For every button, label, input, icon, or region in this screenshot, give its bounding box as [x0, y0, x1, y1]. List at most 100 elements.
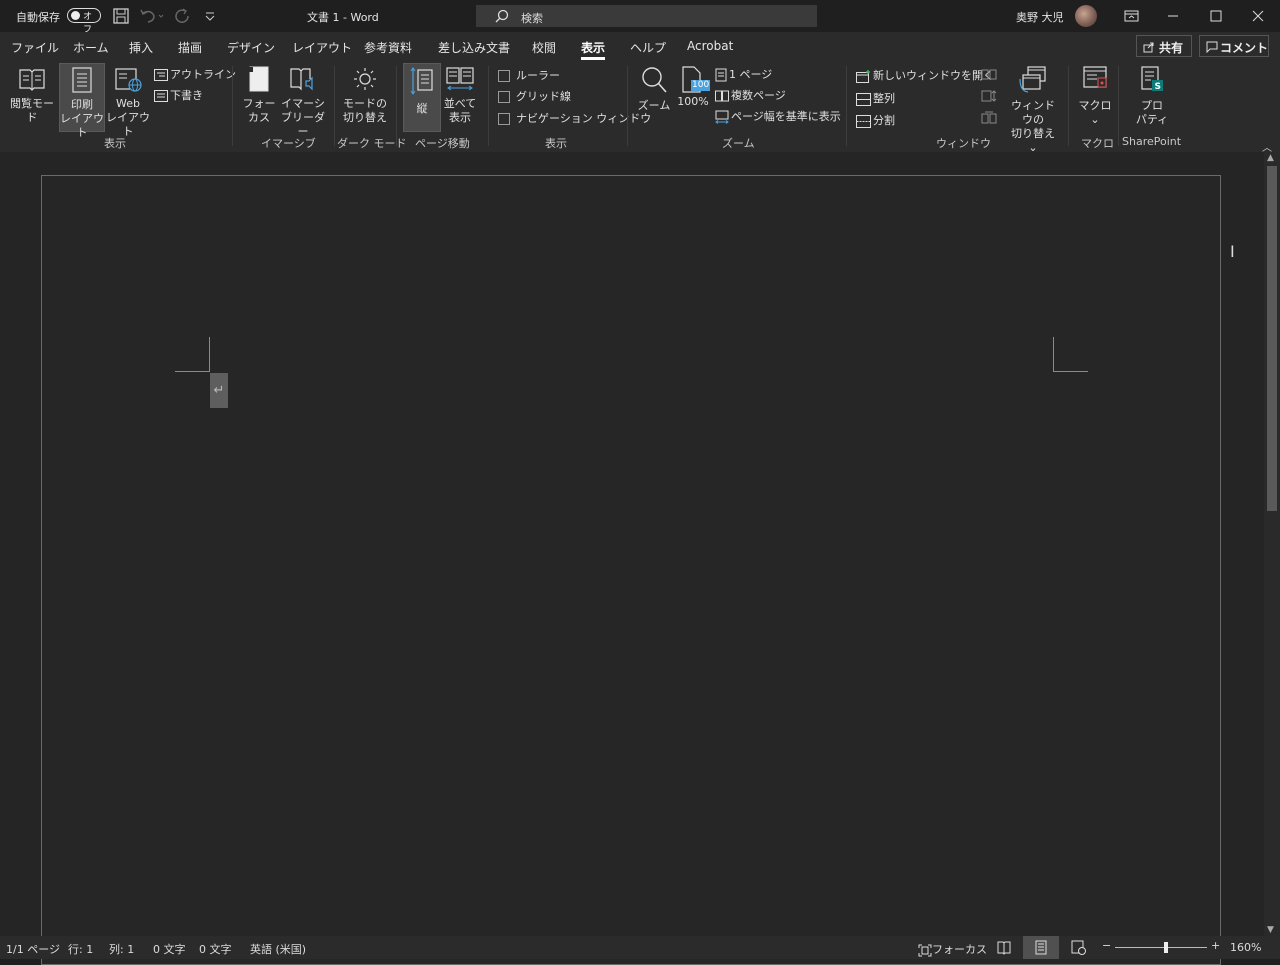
side-by-side-button[interactable]: 並べて 表示 — [441, 65, 479, 125]
group-separator — [396, 66, 397, 146]
crop-mark-top-right — [1053, 371, 1088, 372]
read-mode-button[interactable]: 閲覧モード — [6, 65, 58, 125]
paragraph-mark-icon[interactable]: ↵ — [210, 373, 228, 408]
tab-insert[interactable]: 挿入 — [129, 39, 153, 56]
group-window-label: ウィンドウ — [936, 137, 991, 150]
tab-home[interactable]: ホーム — [73, 39, 109, 56]
outline-icon — [154, 69, 168, 81]
tab-draw[interactable]: 描画 — [178, 39, 202, 56]
word-count[interactable]: 0 文字 — [153, 941, 186, 957]
vertical-button[interactable]: 縦 — [403, 63, 441, 132]
one-page-icon — [715, 68, 727, 82]
scroll-up-icon[interactable]: ▲ — [1267, 153, 1274, 163]
search-box[interactable]: 検索 — [476, 5, 817, 27]
navigation-pane-checkbox[interactable]: ナビゲーション ウィンドウ — [498, 110, 651, 126]
autosave-toggle[interactable]: オフ — [67, 8, 101, 35]
group-immersive-label: イマーシブ — [261, 137, 316, 150]
group-separator — [846, 66, 847, 146]
split-button[interactable]: 分割 — [856, 112, 895, 128]
one-page-button[interactable]: 1 ページ — [715, 66, 772, 82]
ribbon-display-options-icon[interactable] — [1120, 4, 1144, 28]
checkbox[interactable] — [498, 70, 510, 82]
web-page-icon — [1071, 940, 1086, 955]
group-page-movement-label: ページ移動 — [415, 137, 470, 150]
tab-references[interactable]: 参考資料 — [364, 39, 412, 56]
properties-label-2: パティ — [1135, 113, 1169, 126]
dark-mode-switch-button[interactable]: モードの 切り替え — [342, 65, 388, 125]
save-icon[interactable] — [112, 7, 130, 25]
document-page[interactable] — [41, 175, 1221, 965]
vertical-scroll-icon — [410, 67, 433, 95]
comment-icon — [1206, 41, 1218, 53]
arrange-all-button[interactable]: 整列 — [856, 90, 895, 106]
maximize-icon[interactable] — [1204, 4, 1228, 28]
new-window-button[interactable]: 新しいウィンドウを開く — [856, 67, 994, 83]
scrollbar-thumb[interactable] — [1267, 166, 1277, 511]
comment-button[interactable]: コメント — [1199, 35, 1269, 57]
ruler-checkbox[interactable]: ルーラー — [498, 67, 560, 83]
avatar[interactable] — [1075, 5, 1097, 27]
checkbox[interactable] — [498, 91, 510, 103]
zoom-level[interactable]: 160% — [1230, 941, 1261, 954]
gridlines-checkbox[interactable]: グリッド線 — [498, 88, 571, 104]
character-count[interactable]: 0 文字 — [199, 941, 232, 957]
page-width-button[interactable]: ページ幅を基準に表示 — [715, 108, 841, 124]
gridlines-label: グリッド線 — [516, 90, 571, 103]
zoom-out-icon[interactable]: − — [1102, 939, 1111, 952]
undo-icon[interactable] — [139, 7, 164, 25]
split-label: 分割 — [873, 114, 895, 127]
tab-review[interactable]: 校閲 — [532, 39, 556, 56]
arrange-label: 整列 — [873, 92, 895, 105]
draft-button[interactable]: 下書き — [154, 87, 203, 103]
focus-button[interactable]: フォー カス — [240, 65, 278, 125]
immersive-reader-button[interactable]: イマーシ ブリーダー — [278, 65, 328, 139]
focus-mode-button[interactable]: フォーカス — [918, 941, 987, 957]
draft-icon — [154, 90, 168, 102]
zoom-100-button[interactable]: 100 100% — [675, 65, 711, 109]
web-layout-view-button[interactable] — [1060, 936, 1096, 959]
page-count[interactable]: 1/1 ページ — [6, 941, 60, 957]
tab-layout[interactable]: レイアウト — [292, 39, 352, 56]
group-separator — [334, 66, 335, 146]
zoom-in-icon[interactable]: + — [1211, 939, 1220, 952]
tab-file[interactable]: ファイル — [11, 39, 59, 56]
language[interactable]: 英語 (米国) — [250, 941, 306, 957]
vertical-scrollbar[interactable]: ▲ ▼ — [1264, 152, 1280, 936]
close-icon[interactable] — [1246, 4, 1270, 28]
multiple-pages-button[interactable]: 複数ページ — [715, 87, 786, 103]
zoom-label: ズーム — [637, 99, 671, 112]
group-zoom-label: ズーム — [722, 137, 755, 150]
magnifier-icon — [642, 67, 667, 93]
view-side-by-side-icon[interactable] — [981, 68, 997, 85]
tab-design[interactable]: デザイン — [227, 39, 275, 56]
properties-button[interactable]: S プロ パティ — [1130, 65, 1174, 127]
user-name[interactable]: 奥野 大児 — [1016, 9, 1064, 25]
zoom-button[interactable]: ズーム — [636, 65, 672, 113]
tab-view[interactable]: 表示 — [581, 39, 606, 60]
web-layout-label-1: Web — [116, 97, 140, 110]
chevron-down-icon: ⌄ — [1090, 113, 1100, 126]
customize-qat-icon[interactable] — [203, 7, 221, 25]
share-button[interactable]: 共有 — [1136, 35, 1192, 57]
zoom-slider-thumb[interactable] — [1164, 942, 1168, 953]
redo-icon[interactable] — [173, 7, 191, 25]
minimize-icon[interactable] — [1161, 4, 1185, 28]
ruler-label: ルーラー — [516, 69, 560, 82]
zoom-slider[interactable] — [1115, 947, 1207, 948]
print-layout-view-button[interactable] — [1023, 936, 1059, 959]
tab-mailings[interactable]: 差し込み文書 — [438, 39, 510, 56]
checkbox[interactable] — [498, 113, 510, 125]
switch-windows-button[interactable]: ウィンドウの 切り替え ⌄ — [1006, 65, 1060, 155]
outline-button[interactable]: アウトライン — [154, 66, 236, 82]
reset-window-position-icon[interactable] — [981, 111, 997, 128]
print-layout-button[interactable]: 印刷 レイアウト — [59, 63, 105, 139]
crop-mark-top-right — [1053, 337, 1054, 372]
macros-button[interactable]: マクロ ⌄ — [1076, 65, 1114, 127]
synchronous-scrolling-icon[interactable] — [981, 89, 997, 106]
tab-help[interactable]: ヘルプ — [630, 39, 666, 56]
column-number: 列: 1 — [109, 943, 135, 956]
tab-acrobat[interactable]: Acrobat — [687, 39, 733, 53]
scroll-down-icon[interactable]: ▼ — [1267, 925, 1274, 935]
read-mode-view-button[interactable] — [986, 936, 1022, 959]
web-layout-button[interactable]: Web レイアウト — [106, 65, 150, 139]
